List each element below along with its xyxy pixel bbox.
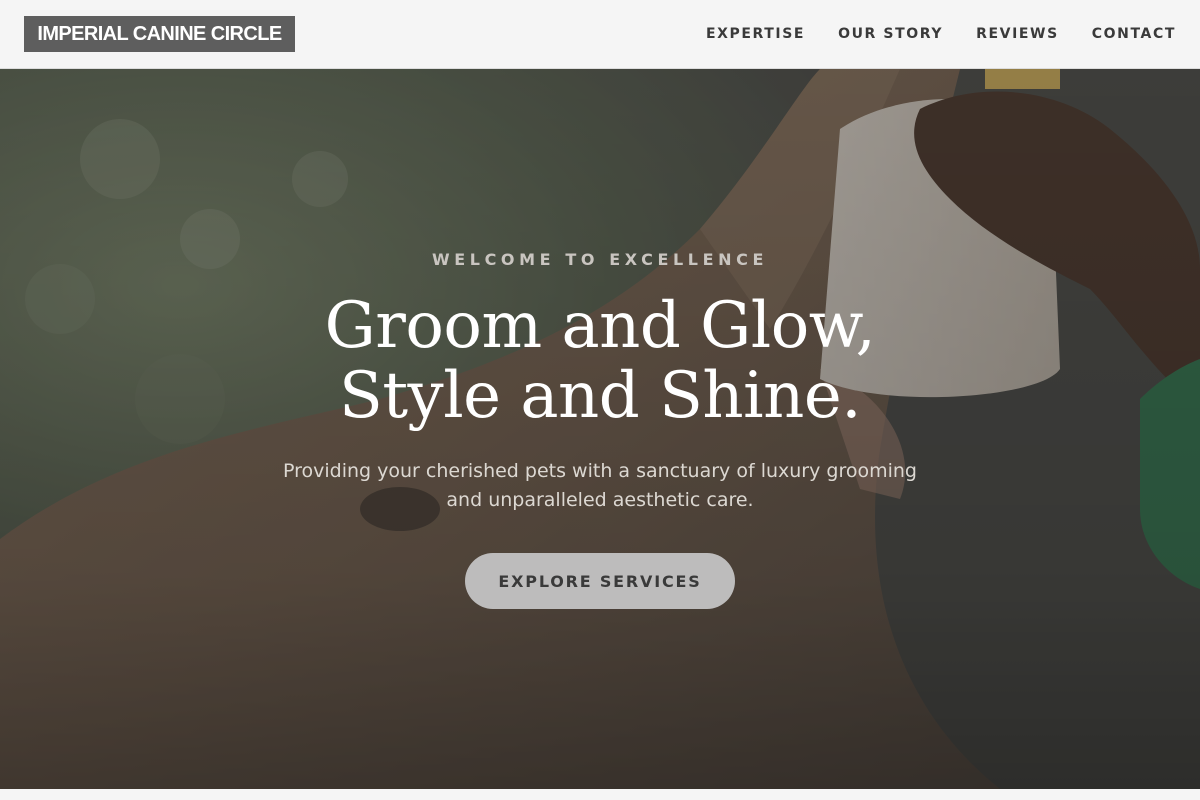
hero-headline: Groom and Glow, Style and Shine. [0,291,1200,431]
hero-content: WELCOME TO EXCELLENCE Groom and Glow, St… [0,69,1200,789]
hero-eyebrow: WELCOME TO EXCELLENCE [432,250,768,269]
nav-link-reviews[interactable]: REVIEWS [976,26,1059,42]
brand-logo[interactable]: IMPERIAL CANINE CIRCLE [24,16,295,52]
hero-section: WELCOME TO EXCELLENCE Groom and Glow, St… [0,69,1200,789]
main-nav: EXPERTISE OUR STORY REVIEWS CONTACT [673,0,1176,68]
nav-link-expertise[interactable]: EXPERTISE [706,26,805,42]
nav-link-contact[interactable]: CONTACT [1092,26,1176,42]
hero-subtext-line-2: and unparalleled aesthetic care. [446,489,754,511]
page-bottom-strip [0,789,1200,800]
hero-subtext-line-1: Providing your cherished pets with a san… [283,460,917,482]
hero-subtext: Providing your cherished pets with a san… [250,457,950,515]
nav-link-our-story[interactable]: OUR STORY [838,26,943,42]
explore-services-button[interactable]: EXPLORE SERVICES [465,553,735,609]
hero-headline-line-2: Style and Shine. [338,359,862,433]
hero-headline-line-1: Groom and Glow, [324,289,876,363]
top-navbar: IMPERIAL CANINE CIRCLE EXPERTISE OUR STO… [0,0,1200,69]
